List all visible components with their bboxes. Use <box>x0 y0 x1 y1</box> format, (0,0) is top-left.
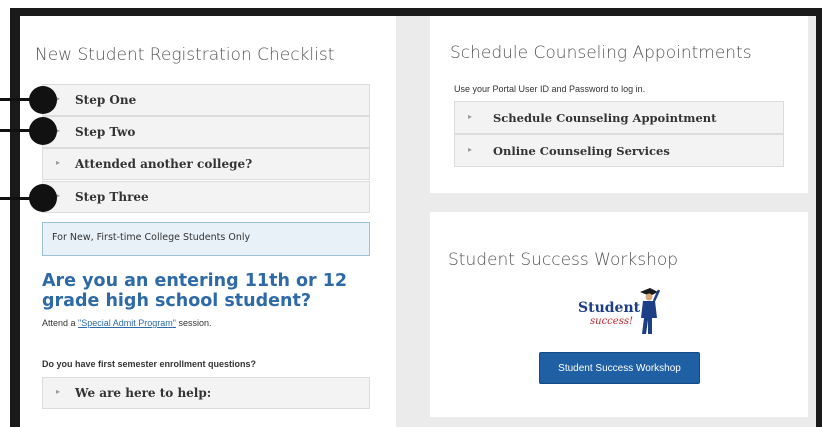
special-admit-text: Attend a "Special Admit Program" session… <box>42 318 212 328</box>
student-success-logo: Student success! <box>574 286 662 338</box>
accordion-step-three[interactable]: ▸ Step Three <box>42 181 370 213</box>
accordion-label: Attended another college? <box>75 157 253 171</box>
accordion-label: Schedule Counseling Appointment <box>493 111 717 125</box>
special-admit-link[interactable]: "Special Admit Program" <box>78 318 176 328</box>
attend-prefix: Attend a <box>42 318 79 328</box>
accordion-label: Online Counseling Services <box>493 144 670 158</box>
chevron-right-icon: ▸ <box>468 112 473 121</box>
accordion-label: Step One <box>75 93 137 107</box>
accordion-schedule-appointment[interactable]: ▸ Schedule Counseling Appointment <box>454 101 784 134</box>
accordion-help[interactable]: ▸ We are here to help: <box>42 377 370 409</box>
logo-word-success: success! <box>590 316 633 327</box>
accordion-label: Step Three <box>75 190 149 204</box>
chevron-right-icon: ▸ <box>56 158 61 167</box>
accordion-step-two[interactable]: ▸ Step Two <box>42 116 370 148</box>
login-note: Use your Portal User ID and Password to … <box>454 84 646 94</box>
graduate-figure-icon <box>640 288 660 334</box>
counseling-title: Schedule Counseling Appointments <box>450 43 752 63</box>
enrollment-question: Do you have first semester enrollment qu… <box>42 359 257 369</box>
accordion-another-college[interactable]: ▸ Attended another college? <box>42 148 370 180</box>
callout-dot-step-one <box>29 86 57 114</box>
high-school-heading: Are you an entering 11th or 12 grade hig… <box>42 271 348 311</box>
accordion-label: Step Two <box>75 125 136 139</box>
workshop-title: Student Success Workshop <box>448 250 679 270</box>
chevron-right-icon: ▸ <box>468 145 473 154</box>
logo-word-student: Student <box>578 300 641 316</box>
checklist-title: New Student Registration Checklist <box>35 45 335 65</box>
student-success-workshop-button[interactable]: Student Success Workshop <box>539 352 700 384</box>
attend-suffix: session. <box>175 318 212 328</box>
callout-dot-step-three <box>29 184 57 212</box>
first-time-students-notice: For New, First-time College Students Onl… <box>42 222 370 256</box>
notice-text: For New, First-time College Students Onl… <box>52 232 251 243</box>
callout-dot-step-two <box>29 117 57 145</box>
accordion-online-counseling[interactable]: ▸ Online Counseling Services <box>454 134 784 167</box>
chevron-right-icon: ▸ <box>56 387 61 396</box>
accordion-label: We are here to help: <box>75 386 212 400</box>
accordion-step-one[interactable]: ▸ Step One <box>42 84 370 116</box>
